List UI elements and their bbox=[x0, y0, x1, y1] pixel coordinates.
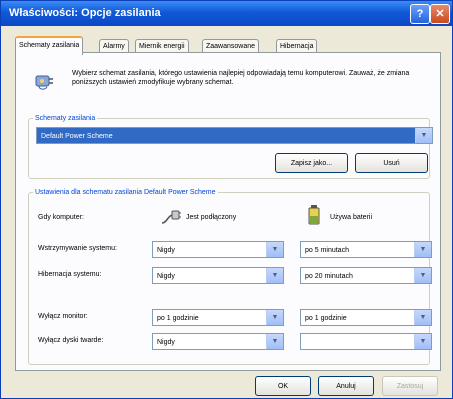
settings-group-label: Ustawienia dla schematu zasilania Defaul… bbox=[35, 189, 216, 196]
save-as-button[interactable]: Zapisz jako... bbox=[275, 153, 348, 173]
hard-disks-label: Wyłącz dyski twarde: bbox=[38, 337, 104, 344]
standby-ac-value: Nigdy bbox=[157, 247, 175, 254]
window-title: Właściwości: Opcje zasilania bbox=[9, 7, 161, 19]
close-button[interactable]: ✕ bbox=[430, 4, 450, 24]
intro-text: Wybierz schemat zasilania, którego ustaw… bbox=[72, 70, 410, 86]
chevron-down-icon[interactable]: ▼ bbox=[414, 268, 431, 283]
chevron-down-icon[interactable]: ▼ bbox=[266, 242, 283, 257]
plugged-in-label: Jest podłączony bbox=[186, 214, 237, 221]
hibernate-ac-value: Nigdy bbox=[157, 273, 175, 280]
chevron-down-icon[interactable]: ▼ bbox=[266, 334, 283, 349]
chevron-down-icon[interactable]: ▼ bbox=[414, 310, 431, 325]
cancel-button[interactable]: Anuluj bbox=[318, 376, 374, 396]
standby-dc-select[interactable]: po 5 minutach ▼ bbox=[300, 241, 432, 258]
monitor-off-label: Wyłącz monitor: bbox=[38, 313, 88, 320]
hibernate-ac-select[interactable]: Nigdy ▼ bbox=[152, 267, 284, 284]
delete-button[interactable]: Usuń bbox=[355, 153, 428, 173]
schemes-group-label: Schematy zasilania bbox=[35, 115, 96, 122]
standby-dc-value: po 5 minutach bbox=[305, 247, 349, 254]
monitor-ac-value: po 1 godzinie bbox=[157, 315, 199, 322]
standby-ac-select[interactable]: Nigdy ▼ bbox=[152, 241, 284, 258]
power-scheme-select[interactable]: Default Power Scheme ▼ bbox=[36, 127, 433, 144]
help-button[interactable]: ? bbox=[410, 4, 430, 24]
hibernate-label: Hibernacja systemu: bbox=[38, 271, 102, 278]
power-plug-icon bbox=[35, 75, 53, 90]
monitor-ac-select[interactable]: po 1 godzinie ▼ bbox=[152, 309, 284, 326]
hard-disks-dc-select[interactable]: ▼ bbox=[300, 333, 432, 350]
battery-icon bbox=[308, 205, 320, 225]
apply-button[interactable]: Zastosuj bbox=[382, 376, 438, 396]
hard-disks-ac-value: Nigdy bbox=[157, 339, 175, 346]
on-battery-label: Używa baterii bbox=[330, 214, 373, 221]
chevron-down-icon[interactable]: ▼ bbox=[266, 310, 283, 325]
plug-icon bbox=[161, 210, 181, 224]
hard-disks-ac-select[interactable]: Nigdy ▼ bbox=[152, 333, 284, 350]
ok-button[interactable]: OK bbox=[255, 376, 311, 396]
title-bar[interactable]: Właściwości: Opcje zasilania ? ✕ bbox=[1, 1, 452, 26]
monitor-dc-value: po 1 godzinie bbox=[305, 315, 347, 322]
dialog-window: Właściwości: Opcje zasilania ? ✕ Schemat… bbox=[0, 0, 453, 399]
chevron-down-icon[interactable]: ▼ bbox=[415, 128, 432, 143]
monitor-dc-select[interactable]: po 1 godzinie ▼ bbox=[300, 309, 432, 326]
standby-label: Wstrzymywanie systemu: bbox=[38, 245, 117, 252]
tab-schematy-zasilania[interactable]: Schematy zasilania bbox=[15, 36, 84, 55]
chevron-down-icon[interactable]: ▼ bbox=[266, 268, 283, 283]
power-scheme-value: Default Power Scheme bbox=[41, 133, 113, 140]
chevron-down-icon[interactable]: ▼ bbox=[414, 334, 431, 349]
when-computer-label: Gdy komputer: bbox=[38, 214, 84, 221]
hibernate-dc-value: po 20 minutach bbox=[305, 273, 353, 280]
hibernate-dc-select[interactable]: po 20 minutach ▼ bbox=[300, 267, 432, 284]
tab-panel: Wybierz schemat zasilania, którego ustaw… bbox=[15, 52, 441, 371]
chevron-down-icon[interactable]: ▼ bbox=[414, 242, 431, 257]
